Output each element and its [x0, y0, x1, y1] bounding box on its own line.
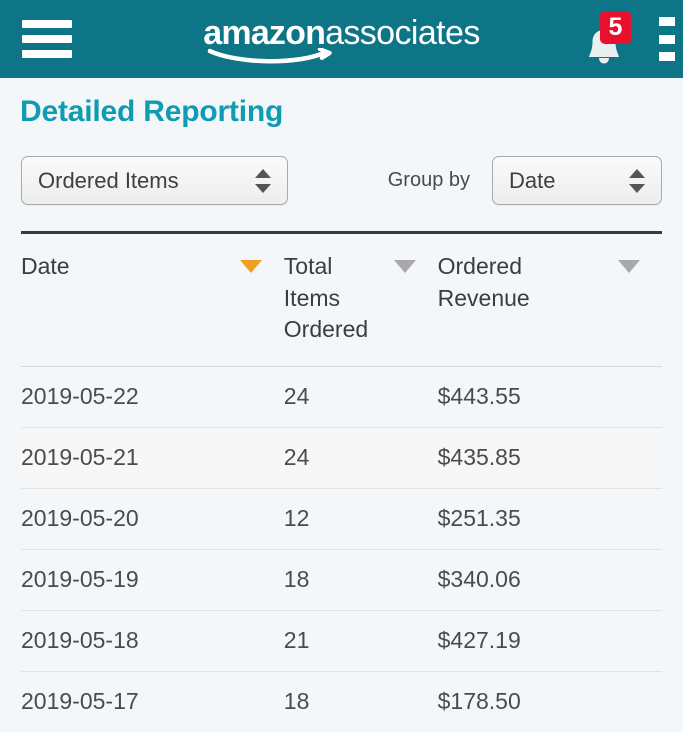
sort-descending-arrow-icon[interactable] — [393, 260, 416, 273]
kebab-dot — [659, 52, 675, 61]
cell-revenue: $443.55 — [437, 383, 521, 410]
spinner-down-arrow — [255, 183, 271, 193]
sort-descending-arrow-icon[interactable] — [618, 260, 640, 273]
table-row[interactable]: 2019-05-17 18 $178.50 — [21, 671, 662, 732]
amazon-associates-logo[interactable]: amazon associates — [203, 14, 480, 64]
cell-items: 21 — [283, 627, 310, 654]
kebab-menu-icon[interactable] — [659, 17, 683, 61]
table-row[interactable]: 2019-05-20 12 $251.35 — [21, 488, 662, 550]
column-header-date[interactable]: Date — [21, 234, 284, 367]
metric-select[interactable]: Ordered Items — [21, 156, 288, 205]
cell-items: 24 — [283, 383, 310, 410]
page-title: Detailed Reporting — [20, 95, 284, 128]
column-header-ordered-revenue-label: Ordered Revenue — [437, 253, 530, 311]
cell-date: 2019-05-20 — [21, 505, 139, 532]
group-by-control: Group by Date — [388, 156, 662, 205]
notification-count-badge: 5 — [600, 11, 631, 44]
sort-descending-arrow-icon[interactable] — [239, 260, 262, 273]
cell-items: 24 — [283, 444, 310, 471]
cell-revenue: $427.19 — [437, 627, 521, 654]
group-by-label: Group by — [387, 169, 470, 191]
spinner-down-arrow — [629, 183, 645, 193]
spinner-up-arrow — [629, 168, 645, 178]
cell-items: 18 — [283, 566, 310, 593]
app-header: amazon associates 5 — [0, 0, 683, 78]
report-controls: Ordered Items Group by Date — [0, 129, 683, 205]
cell-items: 12 — [283, 505, 310, 532]
cell-items: 18 — [283, 688, 310, 715]
updown-spinner-icon — [629, 168, 645, 193]
table-row[interactable]: 2019-05-18 21 $427.19 — [21, 610, 662, 672]
notifications-button[interactable]: 5 — [571, 11, 641, 67]
cell-date: 2019-05-19 — [21, 566, 139, 593]
group-by-select[interactable]: Date — [492, 156, 662, 205]
amazon-smile-swoosh-icon — [207, 48, 479, 64]
cell-date: 2019-05-21 — [21, 444, 139, 471]
cell-date: 2019-05-22 — [21, 383, 139, 410]
hamburger-bar — [22, 35, 72, 43]
cell-revenue: $178.50 — [437, 688, 521, 715]
column-header-date-label: Date — [21, 253, 70, 279]
column-header-ordered-revenue[interactable]: Ordered Revenue — [438, 234, 662, 367]
hamburger-bar — [22, 20, 72, 28]
hamburger-menu-icon[interactable] — [22, 20, 72, 58]
brand-name-associates: associates — [325, 14, 480, 52]
report-table: Date Total Items Ordered Ordered Revenue — [21, 234, 662, 732]
table-row[interactable]: 2019-05-21 24 $435.85 — [21, 427, 662, 489]
cell-revenue: $251.35 — [437, 505, 521, 532]
table-body: 2019-05-22 24 $443.55 2019-05-21 24 $435… — [21, 366, 662, 732]
table-header-row: Date Total Items Ordered Ordered Revenue — [21, 234, 662, 367]
cell-date: 2019-05-18 — [21, 627, 139, 654]
cell-revenue: $340.06 — [437, 566, 521, 593]
cell-date: 2019-05-17 — [21, 688, 139, 715]
metric-select-value: Ordered Items — [38, 167, 179, 193]
hamburger-bar — [22, 50, 72, 58]
column-header-total-items-ordered[interactable]: Total Items Ordered — [284, 234, 438, 367]
group-by-select-value: Date — [509, 167, 556, 193]
report-table-container: Date Total Items Ordered Ordered Revenue — [21, 231, 662, 732]
column-header-total-items-ordered-label: Total Items Ordered — [283, 253, 369, 343]
cell-revenue: $435.85 — [437, 444, 521, 471]
spinner-up-arrow — [255, 168, 271, 178]
table-header: Date Total Items Ordered Ordered Revenue — [21, 234, 662, 367]
table-row[interactable]: 2019-05-19 18 $340.06 — [21, 549, 662, 611]
kebab-dot — [659, 17, 675, 26]
brand-name-amazon: amazon — [203, 14, 326, 52]
table-row[interactable]: 2019-05-22 24 $443.55 — [21, 366, 662, 428]
updown-spinner-icon — [255, 168, 271, 193]
kebab-dot — [659, 34, 675, 44]
